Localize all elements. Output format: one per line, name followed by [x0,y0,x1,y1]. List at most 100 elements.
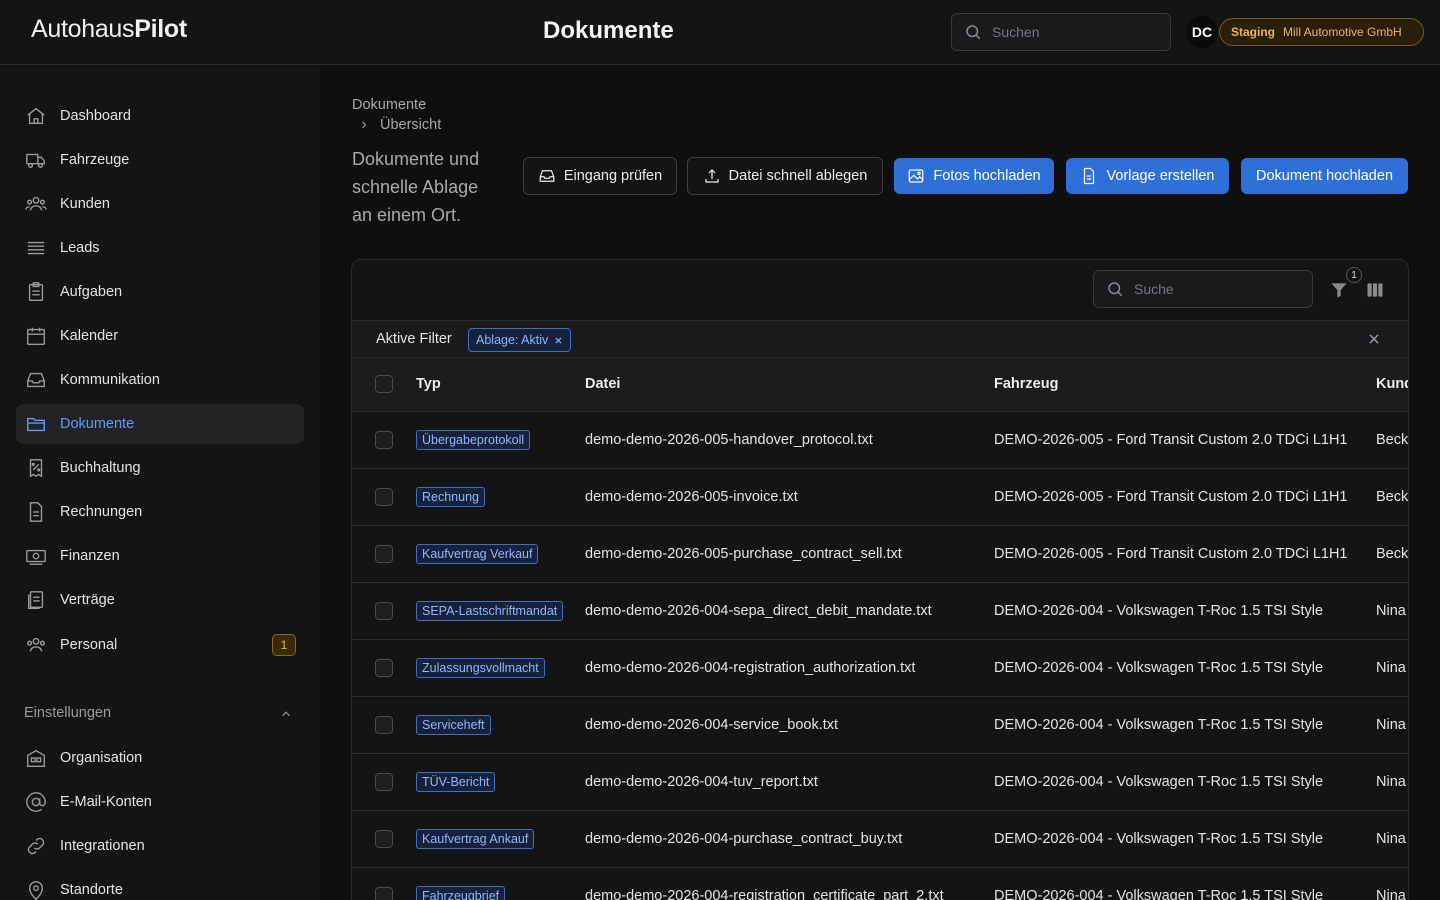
table-row[interactable]: Rechnung demo-demo-2026-005-invoice.txt … [352,468,1408,525]
user-avatar[interactable]: DC [1186,16,1218,48]
app-logo[interactable]: AutohausPilot [31,15,187,44]
sidebar-item-kalender[interactable]: Kalender [16,316,304,356]
row-checkbox[interactable] [375,772,393,791]
sidebar-item-fahrzeuge[interactable]: Fahrzeuge [16,140,304,180]
customer-name: Nina [1376,887,1406,900]
page-subtitle: Dokumente und schnelle Ablage an einem O… [352,149,480,225]
clear-filters-icon[interactable] [1367,332,1381,346]
sidebar-item-organisation[interactable]: Organisation [16,738,304,778]
file-name[interactable]: demo-demo-2026-005-handover_protocol.txt [585,411,994,468]
column-header-fahrzeug[interactable]: Fahrzeug [994,358,1376,411]
sidebar-item-vertraege[interactable]: Verträge [16,580,304,620]
table-row[interactable]: Fahrzeugbrief demo-demo-2026-004-registr… [352,867,1408,900]
customer-name: Nina [1376,659,1406,676]
columns-icon[interactable] [1364,280,1386,300]
personal-count-badge: 1 [272,634,296,656]
breadcrumb-root[interactable]: Dokumente [352,97,426,113]
table-search[interactable] [1093,270,1313,308]
sidebar-item-rechnungen[interactable]: Rechnungen [16,492,304,532]
file-text-icon [24,500,48,524]
people-icon [24,633,48,657]
row-checkbox[interactable] [375,658,393,677]
contract-icon [24,588,48,612]
quick-file-button[interactable]: Datei schnell ablegen [687,157,883,195]
vehicle-name: DEMO-2026-004 - Volkswagen T-Roc 1.5 TSI… [994,716,1324,733]
filter-chip[interactable]: Ablage: Aktiv [468,328,572,352]
file-name[interactable]: demo-demo-2026-004-registration_certific… [585,867,994,900]
customer-name: Nina [1376,830,1406,847]
global-search[interactable] [951,13,1171,51]
table-row[interactable]: Übergabeprotokoll demo-demo-2026-005-han… [352,411,1408,468]
column-header-datei[interactable]: Datei [585,358,994,411]
type-tag: Übergabeprotokoll [416,429,531,450]
sidebar-item-finanzen[interactable]: Finanzen [16,536,304,576]
row-checkbox[interactable] [375,829,393,848]
column-header-typ[interactable]: Typ [416,358,585,411]
file-name[interactable]: demo-demo-2026-004-service_book.txt [585,696,994,753]
create-template-button[interactable]: Vorlage erstellen [1066,158,1229,194]
upload-photos-button[interactable]: Fotos hochladen [894,158,1054,194]
home-icon [24,104,48,128]
vehicle-name: DEMO-2026-005 - Ford Transit Custom 2.0 … [994,488,1348,505]
close-icon[interactable] [554,336,563,345]
sidebar-item-kunden[interactable]: Kunden [16,184,304,224]
table-row[interactable]: Zulassungsvollmacht demo-demo-2026-004-r… [352,639,1408,696]
row-checkbox[interactable] [375,544,393,563]
vehicle-name: DEMO-2026-004 - Volkswagen T-Roc 1.5 TSI… [994,887,1324,900]
table-row[interactable]: Kaufvertrag Verkauf demo-demo-2026-005-p… [352,525,1408,582]
sidebar-item-dokumente[interactable]: Dokumente [16,404,304,444]
table-row[interactable]: TÜV-Bericht demo-demo-2026-004-tuv_repor… [352,753,1408,810]
page-title: Dokumente [543,17,674,44]
upload-document-button[interactable]: Dokument hochladen [1241,158,1408,194]
settings-section-title[interactable]: Einstellungen [24,705,111,721]
sidebar-item-buchhaltung[interactable]: Buchhaltung [16,448,304,488]
row-checkbox[interactable] [375,487,393,506]
sidebar-item-aufgaben[interactable]: Aufgaben [16,272,304,312]
vehicle-name: DEMO-2026-004 - Volkswagen T-Roc 1.5 TSI… [994,773,1324,790]
row-checkbox[interactable] [375,430,393,449]
row-checkbox[interactable] [375,601,393,620]
image-icon [909,169,924,183]
sidebar-item-integrationen[interactable]: Integrationen [16,826,304,866]
row-checkbox[interactable] [375,715,393,734]
table-row[interactable]: Kaufvertrag Ankauf demo-demo-2026-004-pu… [352,810,1408,867]
file-name[interactable]: demo-demo-2026-004-registration_authoriz… [585,639,994,696]
search-icon [966,25,981,40]
cash-icon [24,544,48,568]
type-tag: Zulassungsvollmacht [416,657,545,678]
sidebar-item-email-konten[interactable]: E-Mail-Konten [16,782,304,822]
global-search-input[interactable] [992,24,1152,40]
sidebar-item-standorte[interactable]: Standorte [16,870,304,900]
top-bar: AutohausPilot Dokumente DC Staging Mill … [0,0,1440,65]
table-row[interactable]: SEPA-Lastschriftmandat demo-demo-2026-00… [352,582,1408,639]
file-name[interactable]: demo-demo-2026-004-sepa_direct_debit_man… [585,582,994,639]
map-pin-icon [24,878,48,900]
check-inbox-button[interactable]: Eingang prüfen [523,157,677,195]
environment-badge[interactable]: Staging Mill Automotive GmbH [1219,18,1424,46]
vehicle-name: DEMO-2026-004 - Volkswagen T-Roc 1.5 TSI… [994,659,1324,676]
sidebar-item-personal[interactable]: Personal 1 [16,625,304,665]
type-tag: TÜV-Bericht [416,771,496,792]
file-name[interactable]: demo-demo-2026-004-tuv_report.txt [585,753,994,810]
list-icon [24,236,48,260]
row-checkbox[interactable] [375,886,393,900]
column-header-kunde[interactable]: Kunde [1376,358,1408,411]
vehicle-name: DEMO-2026-004 - Volkswagen T-Roc 1.5 TSI… [994,830,1324,847]
calendar-icon [24,324,48,348]
table-search-input[interactable] [1134,281,1294,297]
file-name[interactable]: demo-demo-2026-005-invoice.txt [585,468,994,525]
folder-icon [24,412,48,436]
file-name[interactable]: demo-demo-2026-004-purchase_contract_buy… [585,810,994,867]
table-row[interactable]: Serviceheft demo-demo-2026-004-service_b… [352,696,1408,753]
sidebar-item-dashboard[interactable]: Dashboard [16,96,304,136]
filter-icon[interactable] [1328,280,1350,300]
type-tag: Serviceheft [416,714,491,735]
select-all-checkbox[interactable] [375,375,393,394]
sidebar-item-kommunikation[interactable]: Kommunikation [16,360,304,400]
chevron-up-icon[interactable] [279,707,293,721]
sidebar-item-leads[interactable]: Leads [16,228,304,268]
customer-name: Nina [1376,602,1406,619]
file-name[interactable]: demo-demo-2026-005-purchase_contract_sel… [585,525,994,582]
type-tag: Fahrzeugbrief [416,885,506,900]
org-name: Mill Automotive GmbH [1283,25,1402,39]
